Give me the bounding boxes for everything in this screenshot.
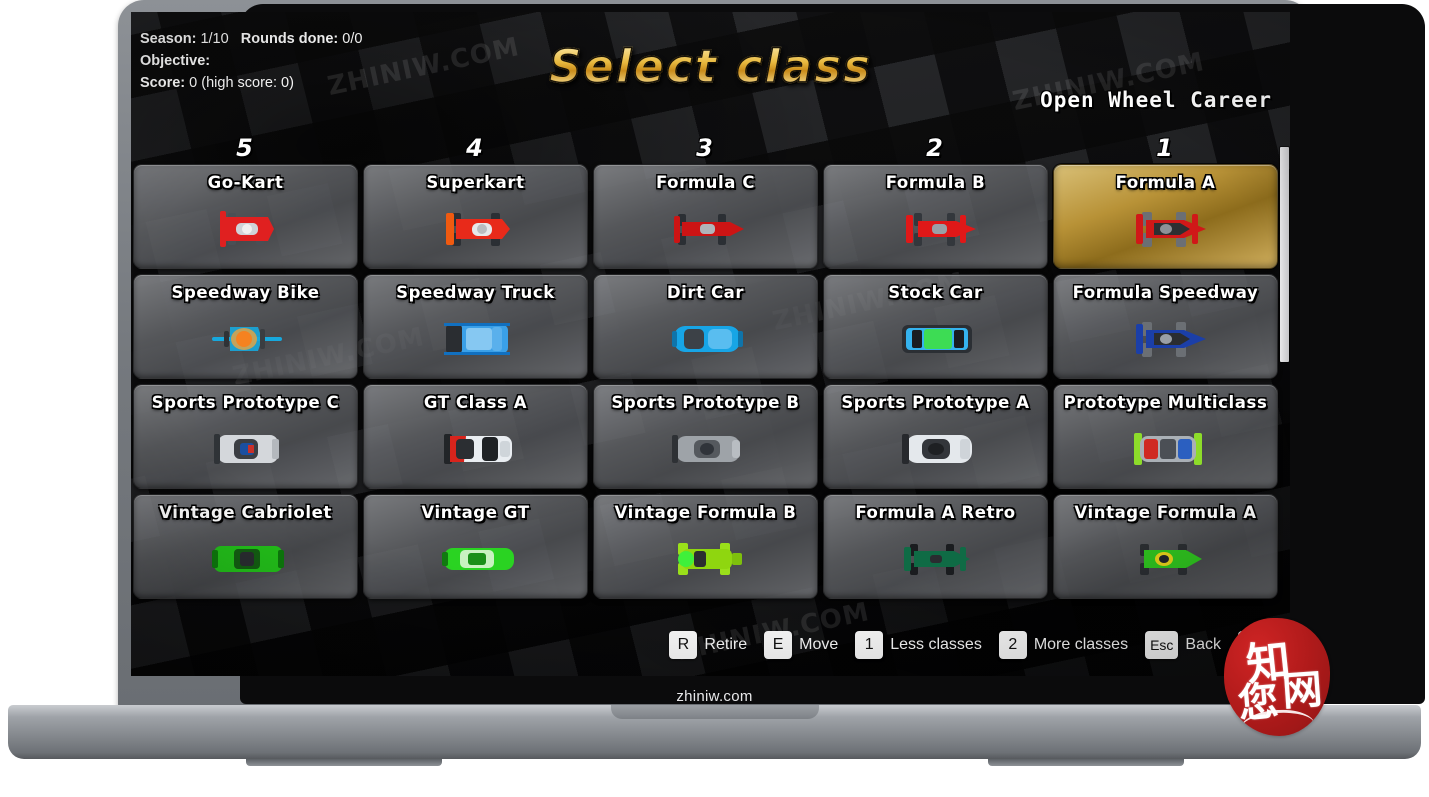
screen-vignette [131, 12, 1290, 676]
game-screen: ZHINIW.COM ZHINIW.COM ZHINIW.COM ZHINIW.… [131, 12, 1290, 676]
laptop-base-notch [610, 705, 819, 719]
laptop-foot-left [246, 759, 442, 766]
laptop-foot-right [988, 759, 1184, 766]
laptop-lid: ZHINIW.COM ZHINIW.COM ZHINIW.COM ZHINIW.… [118, 0, 1425, 712]
screenshot-root: ZHINIW.COM ZHINIW.COM ZHINIW.COM ZHINIW.… [0, 0, 1429, 797]
watermark-seal: 知 网 您 [1224, 618, 1330, 736]
bezel-site-label: zhiniw.com [676, 688, 753, 705]
seal-glyph-wang: 网 [1280, 666, 1324, 716]
